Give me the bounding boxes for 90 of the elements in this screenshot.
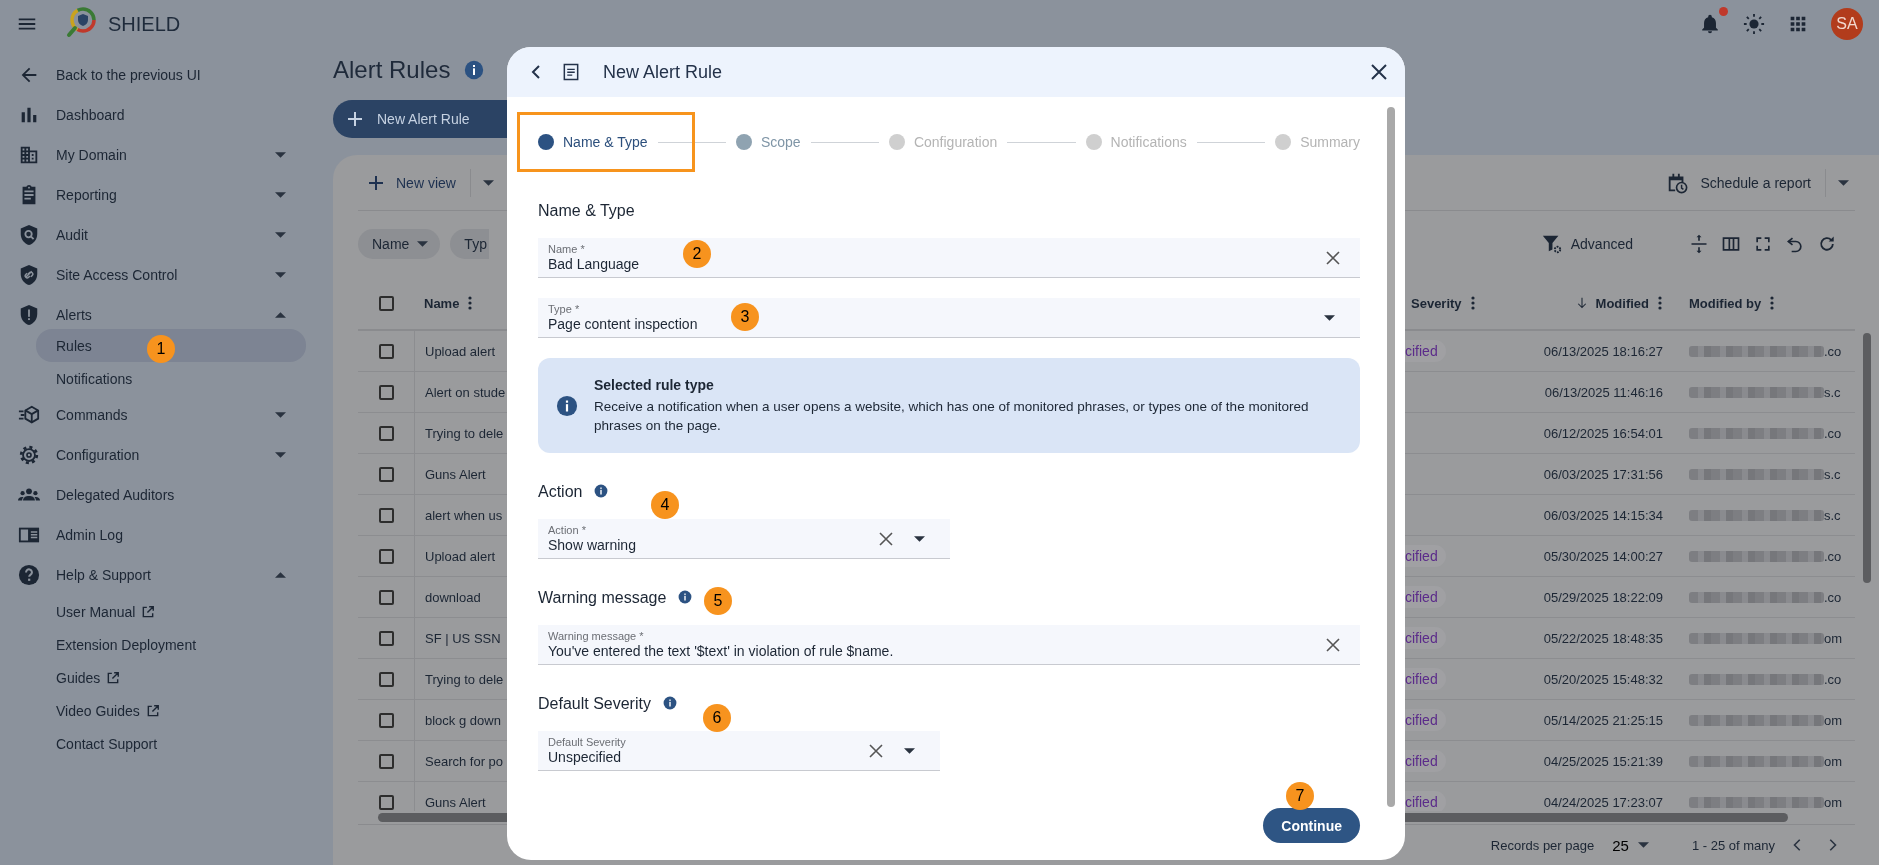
advanced-filter-button[interactable]: Advanced — [1534, 232, 1639, 256]
sidebar-subitem[interactable]: Extension Deployment — [36, 628, 306, 661]
table-cell: s.c — [1824, 466, 1841, 482]
severity-badge: cified — [1405, 709, 1446, 731]
input-field[interactable]: Warning message * You've entered the text '$text' in violation of rule $name. — [538, 625, 1360, 665]
table-cell: block g down — [425, 712, 501, 728]
filter-chip[interactable]: Name — [358, 229, 441, 259]
table-cell-text: 06/03/2025 17:31:56 — [1542, 466, 1664, 482]
table-cell: Trying to dele — [425, 425, 504, 441]
section-heading: Default Severity — [538, 695, 651, 713]
continue-button[interactable]: Continue — [1263, 808, 1360, 843]
table-cell: download — [425, 589, 481, 605]
severity-badge: cified — [1405, 545, 1446, 567]
table-cell: om — [1824, 753, 1843, 769]
schedule-report-button[interactable]: Schedule a report — [1656, 171, 1811, 194]
table-cell: .co — [1824, 589, 1842, 605]
app-name: SHIELD — [108, 12, 181, 36]
severity-badge: cified — [1405, 627, 1446, 649]
back-link[interactable]: Back to the previous UI — [0, 55, 330, 95]
info-text: Receive a notification when a user opens a website, which has one of monitored phrases, or types one of the monitored phrases on the page. — [594, 397, 1310, 435]
table-cell: Guns Alert — [425, 794, 486, 810]
column-header[interactable]: Modified by — [1689, 295, 1762, 311]
table-cell: .co — [1824, 548, 1842, 564]
table-cell-text: 04/24/2025 17:23:07 — [1542, 794, 1664, 810]
sidebar-item[interactable]: Audit — [0, 215, 330, 255]
table-cell: om — [1824, 630, 1843, 646]
table-cell: Alert on stude — [425, 384, 506, 400]
sidebar-item[interactable]: Commands — [0, 395, 330, 435]
table-cell: s.c — [1824, 384, 1841, 400]
info-title: Selected rule type — [594, 376, 715, 393]
table-cell: Guns Alert — [425, 466, 486, 482]
table-cell: Search for po — [425, 753, 504, 769]
sidebar-item[interactable]: Site Access Control — [0, 255, 330, 295]
column-header[interactable]: Name — [424, 295, 460, 311]
table-cell-text: 05/22/2025 18:48:35 — [1542, 630, 1664, 646]
new-alert-rule-button[interactable]: New Alert Rule — [333, 100, 509, 138]
table-cell-text: 04/25/2025 15:21:39 — [1542, 753, 1664, 769]
stepper-step[interactable]: Scope — [735, 134, 801, 150]
sidebar-subitem[interactable]: Video Guides — [36, 694, 306, 727]
select-field[interactable]: Default Severity Unspecified — [538, 731, 940, 771]
table-cell: .co — [1824, 425, 1842, 441]
sidebar-subitem[interactable]: User Manual — [36, 595, 306, 628]
severity-badge: cified — [1405, 750, 1446, 772]
table-cell: Trying to dele — [425, 671, 504, 687]
table-cell: om — [1824, 712, 1843, 728]
per-page-select[interactable]: 25 — [1606, 835, 1660, 855]
table-cell: .co — [1824, 671, 1842, 687]
user-avatar[interactable]: SA — [1831, 8, 1863, 40]
table-cell-text: 06/12/2025 16:54:01 — [1542, 425, 1664, 441]
table-cell: Upload alert — [425, 343, 496, 359]
severity-badge: cified — [1405, 586, 1446, 608]
table-cell-text: 06/13/2025 18:16:27 — [1542, 343, 1664, 359]
sidebar-item[interactable]: Admin Log — [0, 515, 330, 555]
section-heading: Name & Type — [538, 202, 635, 220]
page-title: Alert Rules — [333, 56, 451, 84]
sidebar-item[interactable]: Dashboard — [0, 95, 330, 135]
select-field[interactable]: Action * Show warning — [538, 519, 950, 559]
records-per-page-label: Records per page — [1490, 837, 1595, 853]
sidebar-item[interactable]: Configuration — [0, 435, 330, 475]
dialog-title: New Alert Rule — [603, 61, 723, 83]
table-cell-text: 06/13/2025 11:46:16 — [1543, 384, 1664, 400]
table-cell-text: 06/03/2025 14:15:34 — [1542, 507, 1664, 523]
section-heading: Action — [538, 483, 583, 501]
table-cell: alert when us — [425, 507, 503, 523]
table-cell: .co — [1824, 343, 1842, 359]
sidebar-item[interactable]: My Domain — [0, 135, 330, 175]
table-cell: Upload alert — [425, 548, 496, 564]
page-range: 1 - 25 of many — [1691, 837, 1775, 853]
column-header[interactable]: Modified — [1575, 295, 1649, 311]
table-cell: s.c — [1824, 507, 1841, 523]
table-cell-text: 05/30/2025 14:00:27 — [1542, 548, 1664, 564]
sidebar-item[interactable]: Help & Support — [0, 555, 330, 595]
table-cell: SF | US SSN — [425, 630, 501, 646]
severity-badge: cified — [1405, 791, 1446, 811]
stepper-step[interactable]: Name & Type — [538, 134, 648, 150]
table-cell-text: 05/14/2025 21:25:15 — [1542, 712, 1664, 728]
sidebar-item[interactable]: Reporting — [0, 175, 330, 215]
column-header[interactable]: Severity — [1411, 295, 1462, 311]
filter-chip[interactable]: Typ — [450, 229, 489, 259]
new-view-button[interactable]: New view — [358, 174, 456, 191]
table-cell: om — [1824, 794, 1843, 810]
sidebar-subitem[interactable]: Guides — [36, 661, 306, 694]
section-heading: Warning message — [538, 589, 667, 607]
sidebar-subitem[interactable]: Notifications — [36, 362, 306, 395]
table-cell-text: 05/20/2025 15:48:32 — [1542, 671, 1664, 687]
table-cell-text: 05/29/2025 18:22:09 — [1542, 589, 1664, 605]
sidebar-subitem[interactable]: Contact Support — [36, 727, 306, 760]
sidebar-item[interactable]: Delegated Auditors — [0, 475, 330, 515]
severity-badge: cified — [1405, 340, 1446, 362]
severity-badge: cified — [1405, 668, 1446, 690]
